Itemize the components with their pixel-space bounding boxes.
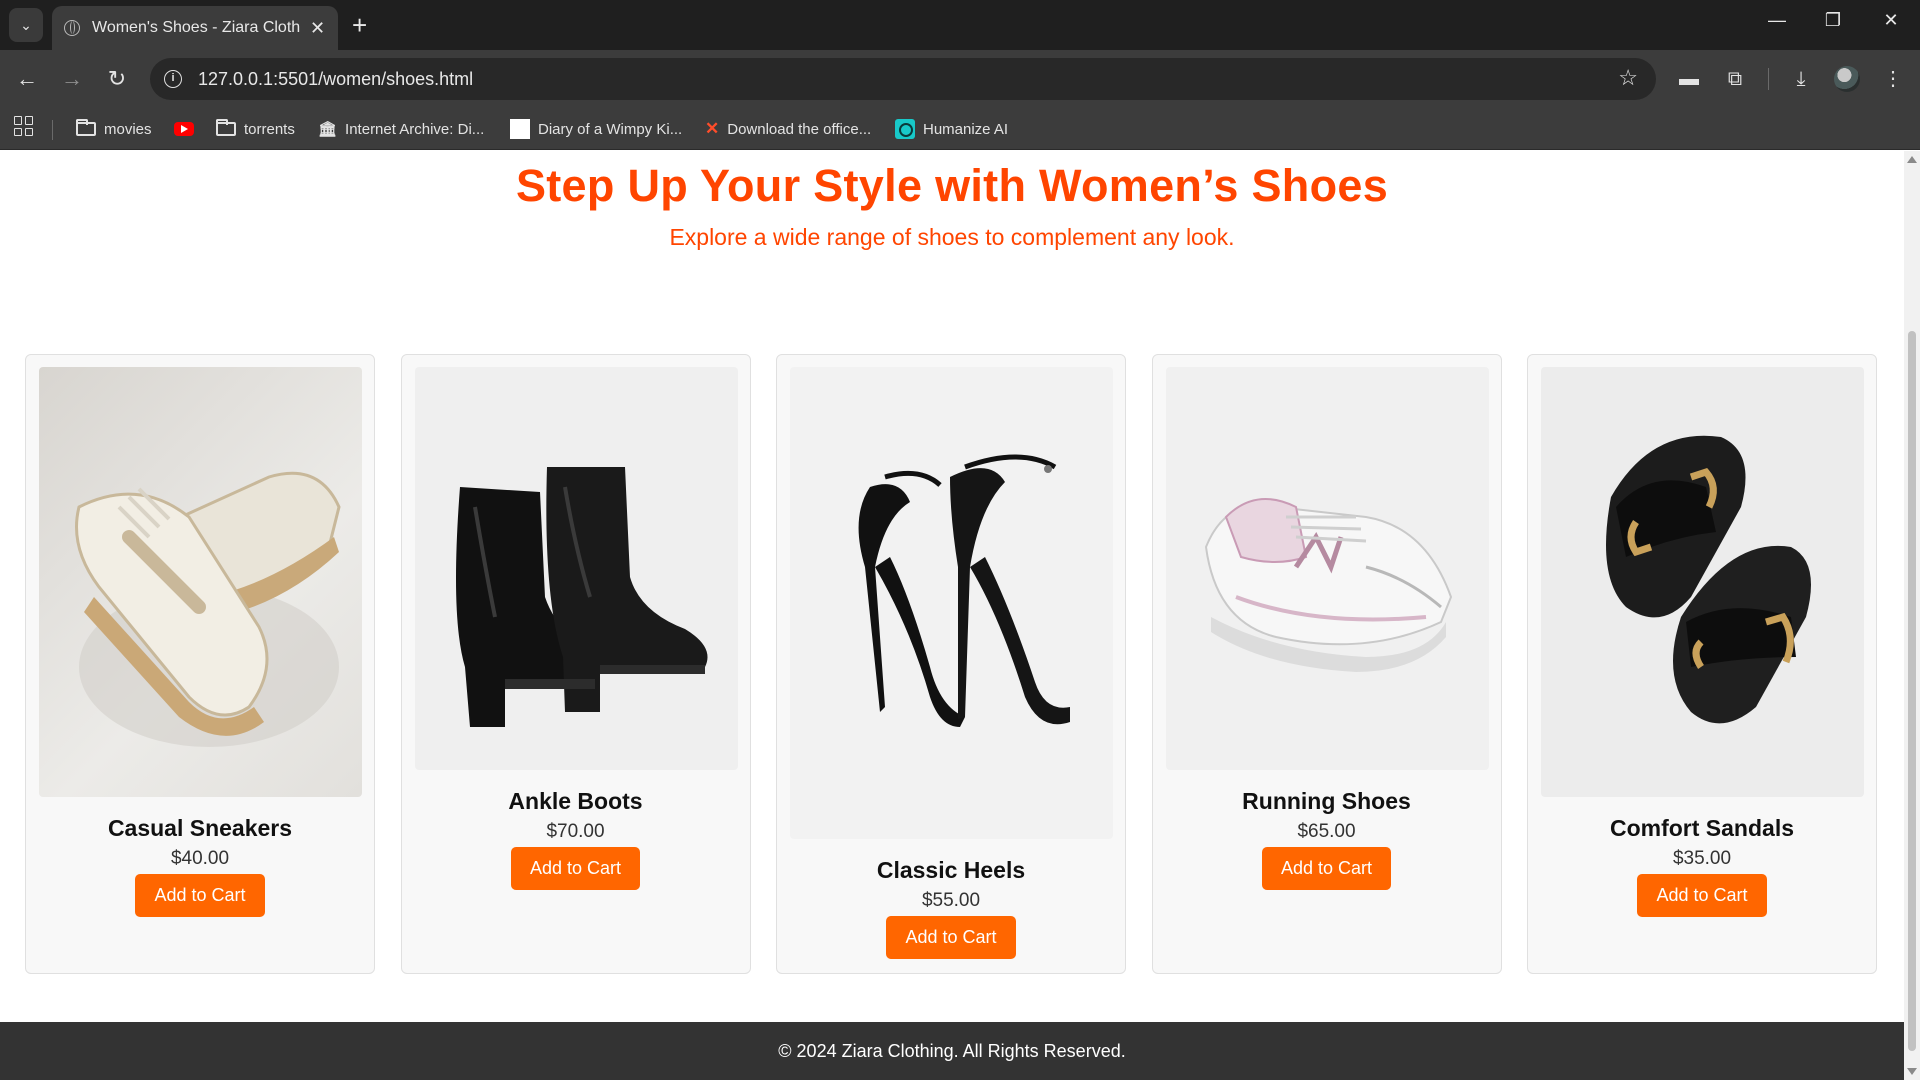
heels-illustration xyxy=(858,454,1070,727)
add-to-cart-button[interactable]: Add to Cart xyxy=(1637,874,1767,917)
active-tab[interactable]: Women's Shoes - Ziara Clothing ✕ xyxy=(52,6,338,50)
casual-sneakers-image xyxy=(39,367,362,797)
internet-archive-icon: 🏛 xyxy=(318,121,338,138)
tab-title: Women's Shoes - Ziara Clothing xyxy=(92,19,300,36)
bookmark-label: Humanize AI xyxy=(923,120,1009,138)
add-to-cart-button[interactable]: Add to Cart xyxy=(886,916,1016,959)
bookmark-label: Internet Archive: Di... xyxy=(345,120,485,138)
product-card-ankle-boots: Ankle Boots $70.00 Add to Cart xyxy=(400,354,751,974)
bookmark-youtube[interactable] xyxy=(174,116,202,142)
browser-toolbar: ← → ↻ i 127.0.0.1:5501/women/shoes.html … xyxy=(0,50,1920,108)
sandals-illustration xyxy=(1606,435,1811,724)
product-price: $65.00 xyxy=(1297,821,1356,842)
minimize-button[interactable]: — xyxy=(1762,10,1792,31)
folder-icon xyxy=(216,119,236,136)
add-to-cart-button[interactable]: Add to Cart xyxy=(135,874,265,917)
product-price: $70.00 xyxy=(546,821,605,842)
boots-illustration xyxy=(455,467,707,727)
site-info-icon[interactable]: i xyxy=(164,70,182,88)
page-title: Step Up Your Style with Women’s Shoes xyxy=(515,160,1389,211)
product-name: Running Shoes xyxy=(1242,788,1411,814)
ankle-boots-image xyxy=(414,367,738,770)
bookmarks-separator xyxy=(52,120,53,140)
browser-titlebar: ⌄ Women's Shoes - Ziara Clothing ✕ + — ❐… xyxy=(0,0,1920,50)
restore-button[interactable]: ❐ xyxy=(1818,10,1848,31)
toolbar-separator xyxy=(1768,68,1769,90)
vertical-scrollbar[interactable] xyxy=(1904,151,1920,1080)
bookmark-label: torrents xyxy=(244,120,295,138)
bookmark-humanize-ai[interactable]: Humanize AI xyxy=(895,116,1008,142)
new-tab-button[interactable]: + xyxy=(352,10,367,40)
globe-icon xyxy=(64,20,80,36)
extensions-icon[interactable]: ⧉ xyxy=(1720,64,1750,94)
tab-search-button[interactable]: ⌄ xyxy=(9,8,43,42)
apps-grid-icon[interactable] xyxy=(14,116,34,136)
youtube-icon xyxy=(174,122,194,136)
reload-button[interactable]: ↻ xyxy=(102,64,132,94)
bookmark-torrents[interactable]: torrents xyxy=(216,116,295,142)
scroll-up-arrow-icon[interactable] xyxy=(1907,156,1917,163)
product-card-running-shoes: Running Shoes $65.00 Add to Cart xyxy=(1151,354,1502,974)
hero-section: Step Up Your Style with Women’s Shoes Ex… xyxy=(0,151,1904,251)
product-name: Classic Heels xyxy=(876,857,1026,883)
close-window-button[interactable]: ✕ xyxy=(1876,10,1906,31)
bookmark-internet-archive[interactable]: 🏛 Internet Archive: Di... xyxy=(318,116,484,142)
product-price: $35.00 xyxy=(1672,848,1732,869)
add-to-cart-button[interactable]: Add to Cart xyxy=(510,847,641,890)
page-content: Step Up Your Style with Women’s Shoes Ex… xyxy=(0,151,1904,1080)
sneakers-illustration xyxy=(75,471,341,747)
folder-icon xyxy=(76,119,96,136)
back-button[interactable]: ← xyxy=(12,64,42,94)
page-footer: © 2024 Ziara Clothing. All Rights Reserv… xyxy=(0,1022,1904,1080)
footer-copyright: © 2024 Ziara Clothing. All Rights Reserv… xyxy=(778,1041,1126,1061)
bookmark-diary-wimpy-kid[interactable]: Diary of a Wimpy Ki... xyxy=(510,116,682,142)
product-price: $40.00 xyxy=(170,848,230,869)
bookmark-download-office[interactable]: ✕ Download the office... xyxy=(705,116,871,142)
product-name: Casual Sneakers xyxy=(107,815,293,841)
page-subtitle: Explore a wide range of shoes to complem… xyxy=(669,224,1235,250)
more-menu-icon[interactable]: ⋮ xyxy=(1878,64,1908,94)
product-name: Ankle Boots xyxy=(508,788,643,814)
close-tab-icon[interactable]: ✕ xyxy=(310,18,325,39)
bookmark-movies[interactable]: movies xyxy=(76,116,152,142)
running-shoes-illustration xyxy=(1204,498,1452,672)
download-icon[interactable]: ⤓ xyxy=(1786,64,1816,94)
media-icon[interactable]: ▬ xyxy=(1674,64,1704,94)
x-icon: ✕ xyxy=(705,119,720,138)
bookmark-label: movies xyxy=(104,120,152,138)
address-bar[interactable]: i 127.0.0.1:5501/women/shoes.html ☆ xyxy=(150,58,1656,100)
add-to-cart-button[interactable]: Add to Cart xyxy=(1261,847,1392,890)
comfort-sandals-image xyxy=(1541,367,1864,797)
profile-avatar[interactable] xyxy=(1834,66,1860,92)
product-price: $55.00 xyxy=(921,890,981,911)
product-grid: Casual Sneakers $40.00 Add to Cart Ankle… xyxy=(25,354,1877,974)
bookmark-label: Diary of a Wimpy Ki... xyxy=(538,120,683,138)
product-card-casual-sneakers: Casual Sneakers $40.00 Add to Cart xyxy=(25,354,375,974)
product-card-classic-heels: Classic Heels $55.00 Add to Cart xyxy=(776,354,1126,974)
product-name: Comfort Sandals xyxy=(1609,815,1795,841)
scroll-down-arrow-icon[interactable] xyxy=(1907,1068,1917,1075)
bookmarks-bar: movies torrents 🏛 Internet Archive: Di..… xyxy=(0,108,1920,150)
url-text[interactable]: 127.0.0.1:5501/women/shoes.html xyxy=(198,69,473,90)
running-shoes-image xyxy=(1165,367,1489,770)
bookmark-label: Download the office... xyxy=(727,120,872,138)
product-card-comfort-sandals: Comfort Sandals $35.00 Add to Cart xyxy=(1527,354,1877,974)
classic-heels-image xyxy=(790,367,1113,839)
scrollbar-thumb[interactable] xyxy=(1908,331,1916,1051)
blank-page-icon xyxy=(510,119,530,139)
humanize-ai-icon xyxy=(895,119,915,139)
forward-button[interactable]: → xyxy=(57,64,87,94)
bookmark-star-icon[interactable]: ☆ xyxy=(1618,65,1638,91)
